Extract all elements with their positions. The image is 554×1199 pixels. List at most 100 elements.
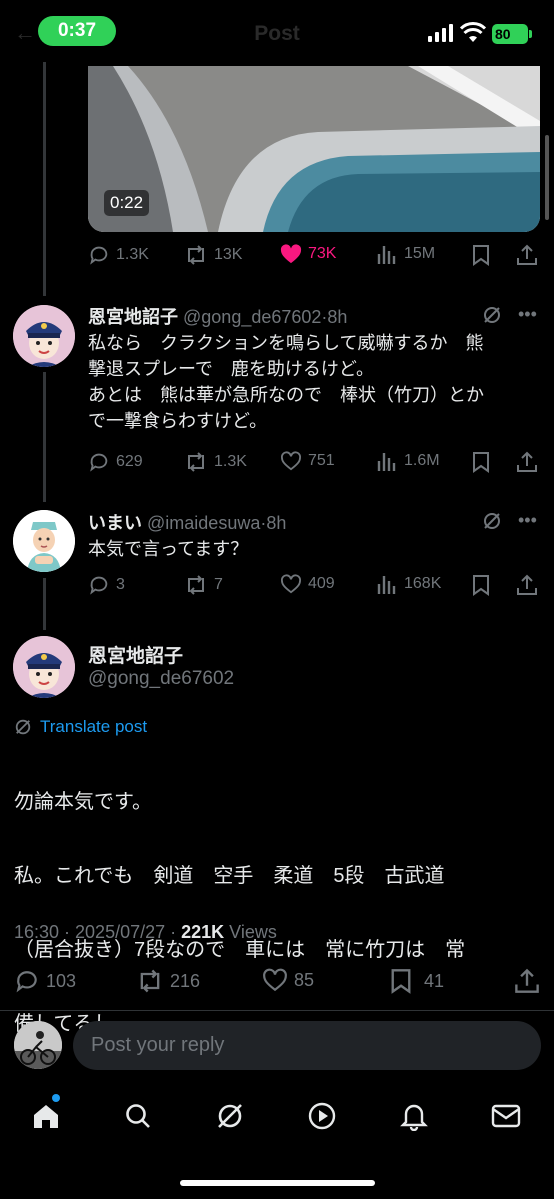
reply-header: 恩宮地詔子 @gong_de67602·8h	[88, 307, 348, 327]
bookmark-button[interactable]: 41	[390, 968, 444, 994]
reply-icon	[90, 246, 108, 265]
repost-button[interactable]: 13K	[184, 244, 242, 266]
author-name[interactable]: いまい	[88, 513, 142, 533]
share-icon	[517, 451, 537, 472]
nav-search[interactable]	[108, 1086, 168, 1146]
reply-button[interactable]: 629	[88, 451, 143, 473]
repost-count: 13K	[214, 246, 243, 263]
post-time: 8h	[327, 307, 348, 327]
notification-dot	[52, 1094, 60, 1102]
bookmark-icon	[473, 452, 489, 473]
repost-count: 1.3K	[214, 453, 247, 470]
text-line: あとは 熊は華が急所なので 棒状（竹刀）とか	[88, 385, 484, 405]
share-button[interactable]	[516, 574, 538, 596]
grok-icon[interactable]	[482, 511, 502, 531]
nav-home[interactable]	[16, 1086, 76, 1146]
wifi-icon	[460, 22, 486, 42]
reply-count: 3	[116, 576, 125, 593]
bookmark-button[interactable]	[472, 244, 490, 266]
like-count: 85	[294, 969, 315, 990]
bookmark-count: 41	[424, 970, 445, 991]
like-button[interactable]: 409	[280, 574, 335, 594]
views-icon	[377, 246, 396, 264]
play-icon	[308, 1102, 336, 1130]
like-button[interactable]: 85	[262, 968, 314, 992]
reply-button[interactable]: 103	[14, 968, 76, 994]
police-cartoon-avatar	[13, 305, 75, 367]
reply-count: 1.3K	[116, 246, 149, 263]
thread-line	[43, 578, 46, 630]
post-time: 8h	[266, 513, 287, 533]
scrollbar[interactable]	[545, 135, 549, 220]
video-duration: 0:22	[104, 190, 150, 216]
like-button[interactable]: 73K	[280, 244, 336, 264]
more-options-icon[interactable]: •••	[518, 510, 537, 531]
nav-messages[interactable]	[476, 1086, 536, 1146]
share-icon	[515, 968, 539, 993]
views-count[interactable]: 221K	[181, 922, 224, 942]
translate-icon	[15, 719, 31, 735]
text-line: で一撃食らわすけど。	[88, 411, 268, 431]
views-count: 168K	[404, 575, 442, 592]
reply-header-icons: •••	[482, 304, 537, 325]
views-icon	[377, 576, 396, 594]
cellular-signal-icon	[428, 24, 453, 42]
repost-button[interactable]: 7	[184, 574, 223, 596]
bookmark-icon	[473, 245, 489, 266]
nav-grok[interactable]	[200, 1086, 260, 1146]
repost-button[interactable]: 216	[136, 968, 200, 994]
share-icon	[517, 574, 537, 595]
battery-icon: 80	[492, 24, 532, 44]
home-icon	[34, 1105, 58, 1128]
reply-text: 私なら クラクションを鳴らして威嚇するか 熊 撃退スプレーで 鹿を助けるけど。 …	[88, 330, 538, 434]
bookmark-button[interactable]	[472, 574, 490, 596]
heart-icon	[281, 574, 301, 594]
share-button[interactable]	[516, 451, 538, 473]
repost-count: 7	[214, 576, 223, 593]
author-handle[interactable]: @imaidesuwa	[147, 513, 260, 533]
reply-icon	[90, 576, 108, 595]
reply-action-bar: 629 1.3K 751 1.6M	[88, 451, 542, 477]
author-handle[interactable]: @gong_de67602	[88, 668, 234, 690]
translate-post-link[interactable]: Translate post	[14, 717, 147, 737]
mail-icon	[491, 1104, 521, 1128]
more-options-icon[interactable]: •••	[518, 304, 537, 325]
avatar[interactable]	[13, 305, 75, 367]
reply-button[interactable]: 1.3K	[88, 244, 149, 266]
grok-icon[interactable]	[482, 305, 502, 325]
views-button[interactable]: 168K	[376, 574, 441, 594]
views-button[interactable]: 1.6M	[376, 451, 440, 471]
share-button[interactable]	[516, 244, 538, 266]
bookmark-button[interactable]	[472, 451, 490, 473]
like-count: 73K	[308, 245, 337, 262]
police-cartoon-avatar	[13, 636, 75, 698]
reply-count: 103	[46, 970, 77, 991]
reply-action-bar: 3 7 409 168K	[88, 574, 542, 600]
bookmark-icon	[473, 575, 489, 596]
nav-video[interactable]	[292, 1086, 352, 1146]
author-handle[interactable]: @gong_de67602	[183, 307, 321, 327]
repost-button[interactable]: 1.3K	[184, 451, 247, 473]
user-avatar[interactable]	[14, 1021, 62, 1069]
share-icon	[517, 244, 537, 265]
views-button[interactable]: 15M	[376, 244, 435, 264]
thread-line	[43, 372, 46, 502]
nav-notifications[interactable]	[384, 1086, 444, 1146]
like-button[interactable]: 751	[280, 451, 335, 471]
share-button[interactable]	[514, 968, 540, 994]
heart-filled-icon	[280, 244, 302, 264]
video-action-bar: 1.3K 13K 73K 15M	[88, 244, 542, 270]
avatar[interactable]	[13, 636, 75, 698]
reply-count: 629	[116, 453, 143, 470]
views-count: 1.6M	[404, 452, 440, 469]
home-indicator	[180, 1180, 375, 1186]
author-name[interactable]: 恩宮地詔子	[88, 307, 178, 327]
video-player[interactable]: 0:22	[88, 66, 540, 232]
reply-input[interactable]	[73, 1021, 541, 1070]
bottom-nav	[0, 1086, 554, 1148]
reply-button[interactable]: 3	[88, 574, 125, 596]
author-name[interactable]: 恩宮地詔子	[88, 641, 183, 668]
reply-icon	[16, 971, 37, 993]
avatar[interactable]	[13, 510, 75, 572]
video-frame	[88, 66, 540, 232]
